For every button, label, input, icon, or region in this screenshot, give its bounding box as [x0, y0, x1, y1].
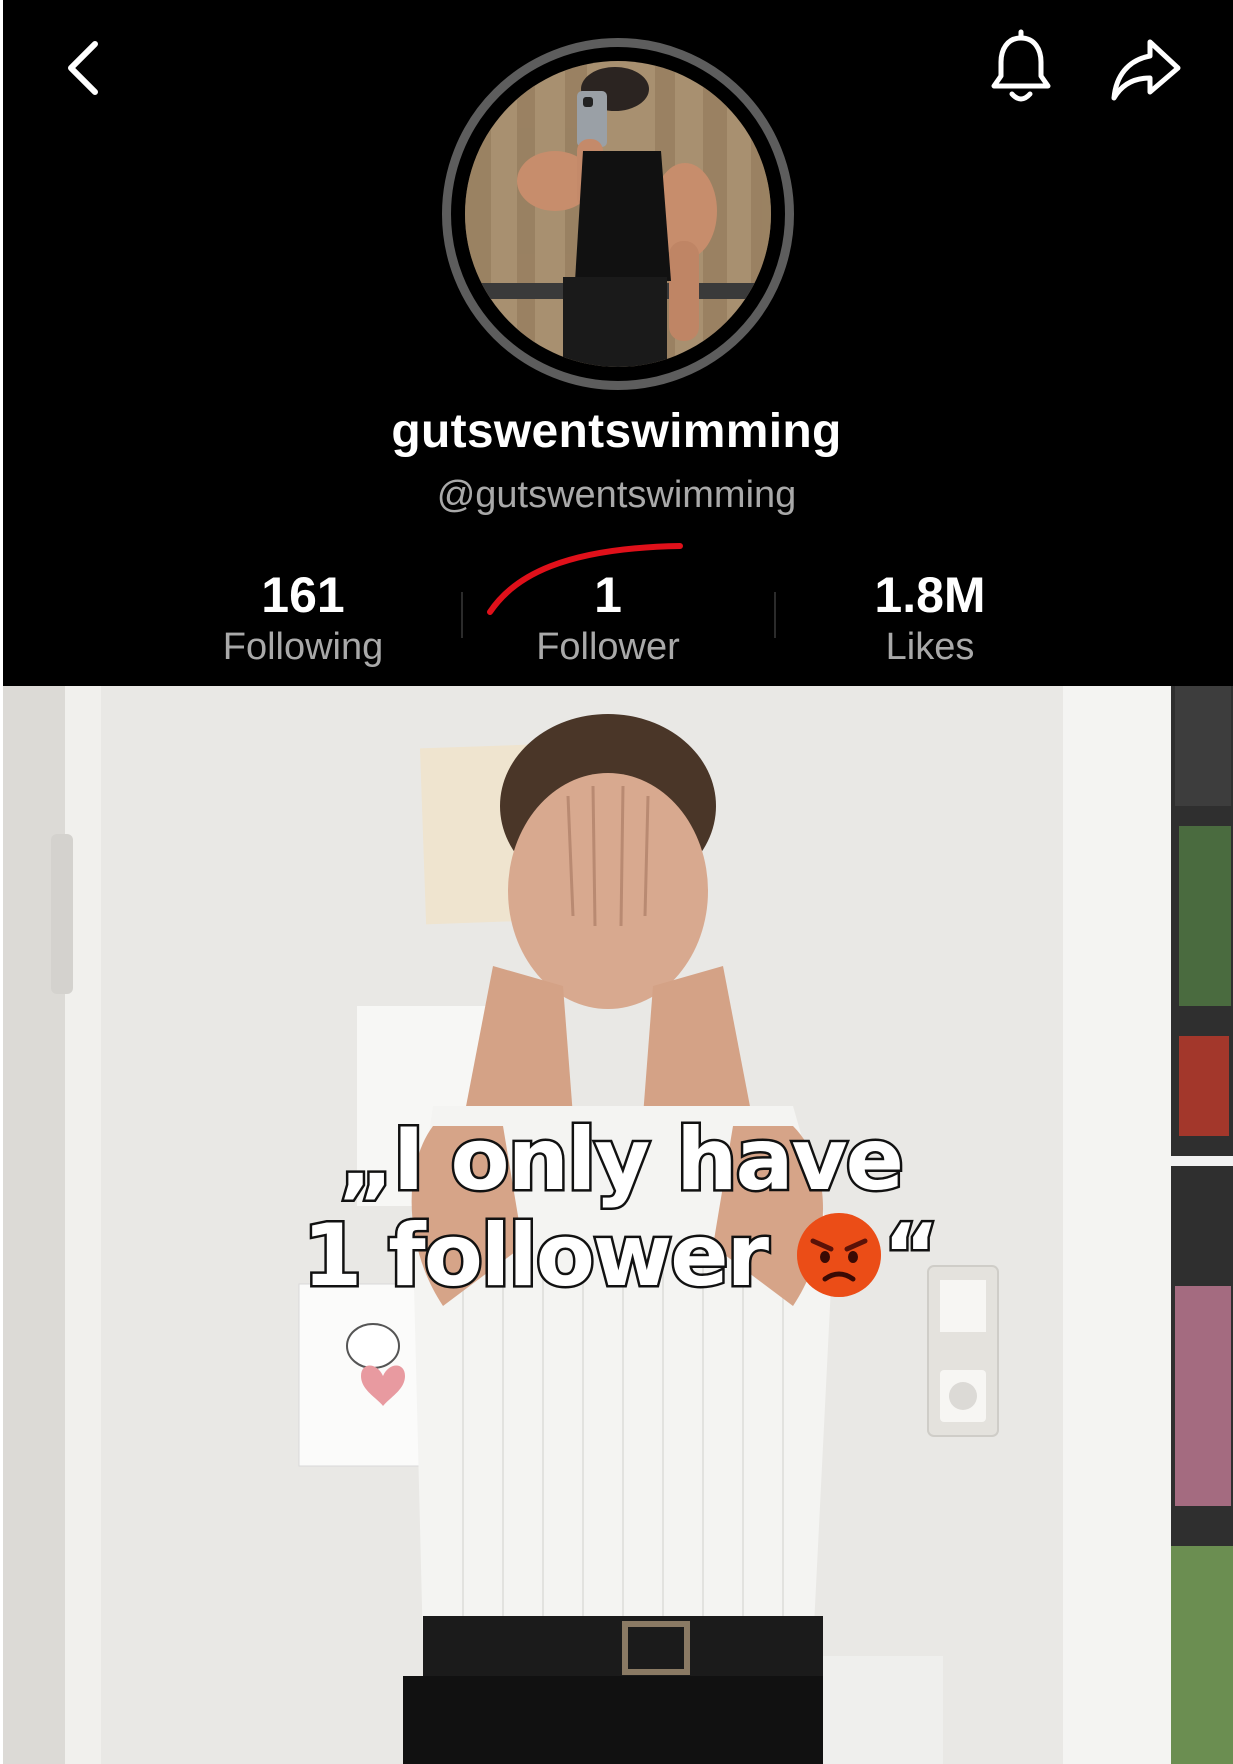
likes-count: 1.8M: [874, 567, 986, 623]
share-button[interactable]: [1106, 28, 1186, 108]
stat-divider: [774, 592, 776, 638]
display-name: gutswentswimming: [391, 405, 842, 458]
app-root: gutswentswimming @gutswentswimming 161 F…: [0, 0, 1233, 1764]
notification-bell-button[interactable]: [985, 28, 1057, 108]
caption-line-1: „I only have: [336, 1110, 907, 1211]
caption-line-2: 1 follower: [300, 1206, 772, 1307]
likes-stat[interactable]: 1.8M Likes: [830, 565, 1030, 669]
avatar: [465, 61, 771, 367]
following-stat[interactable]: 161 Following: [203, 565, 403, 669]
profile-avatar-ring[interactable]: [442, 38, 794, 390]
highlight-stroke: [487, 543, 683, 615]
bell-icon: [991, 29, 1051, 102]
username-handle: @gutswentswimming: [436, 474, 797, 516]
likes-label: Likes: [885, 626, 975, 668]
follower-label: Follower: [536, 626, 680, 668]
angry-face-icon: [796, 1213, 881, 1297]
stat-divider: [461, 592, 463, 638]
following-count: 161: [261, 567, 345, 623]
caption-line-2-wrap: 1 follower “: [240, 1206, 1000, 1307]
caption-close-quote: “: [880, 1206, 941, 1307]
back-button[interactable]: [58, 36, 108, 100]
chevron-left-icon: [68, 41, 98, 95]
share-arrow-icon: [1111, 39, 1181, 101]
following-label: Following: [222, 626, 384, 668]
video-caption: „I only have 1 follower “: [240, 1110, 1000, 1307]
